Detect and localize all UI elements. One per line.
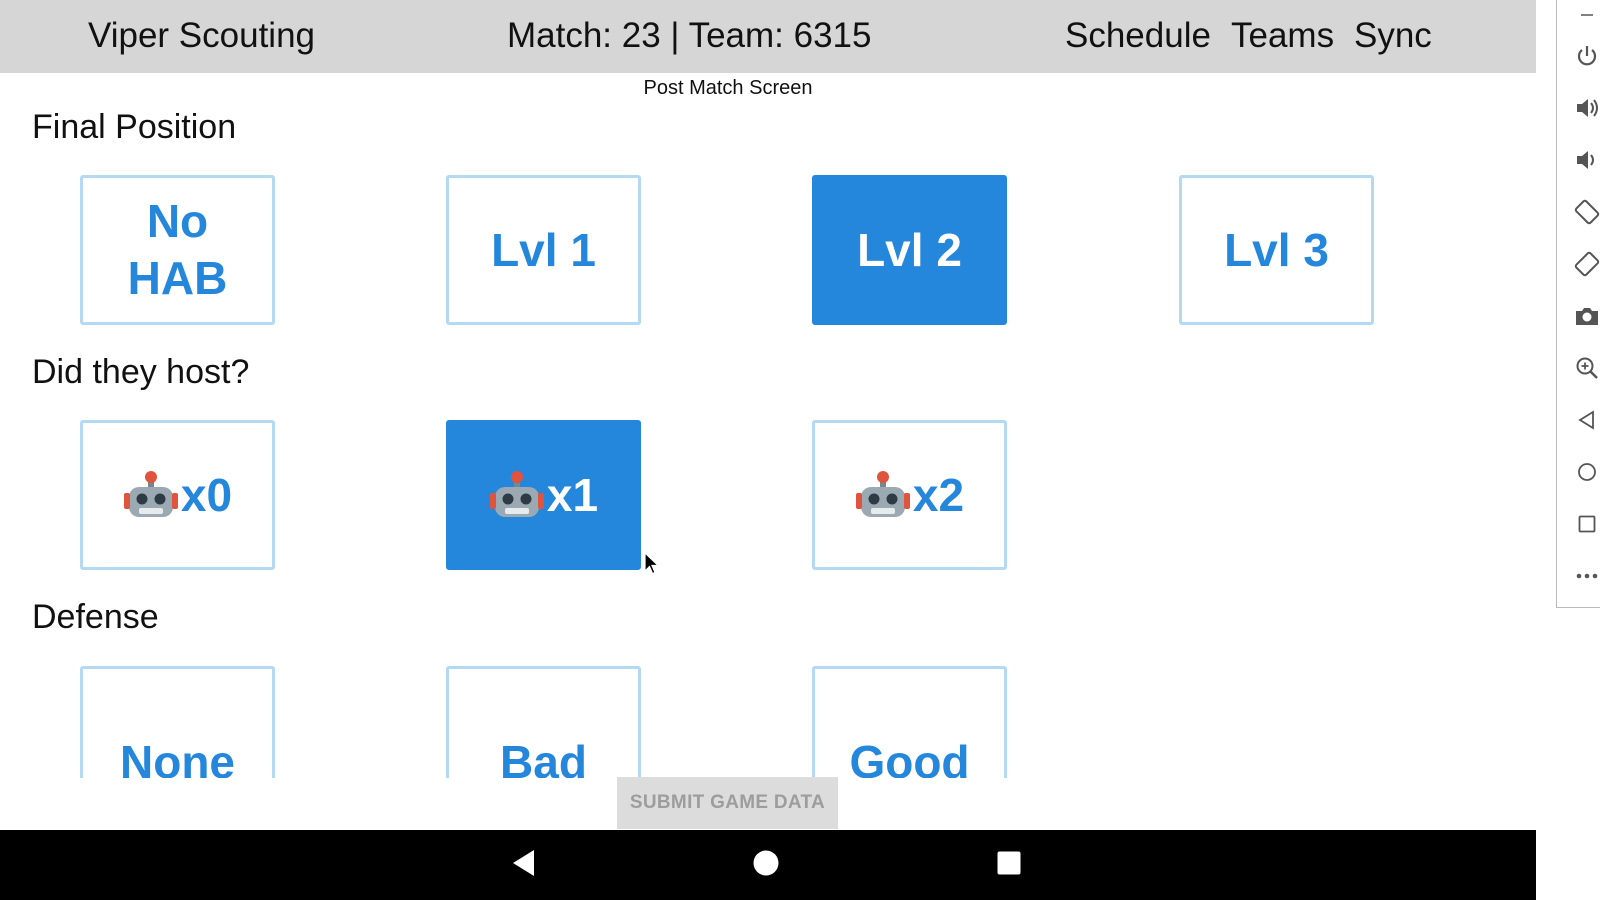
- final-position-lvl1-button[interactable]: Lvl 1: [446, 175, 641, 325]
- host-option-label: x0: [180, 468, 233, 521]
- host-option-label: x2: [912, 468, 965, 521]
- host-x1-button[interactable]: x1: [446, 420, 641, 570]
- submit-game-data-button[interactable]: SUBMIT GAME DATA: [617, 777, 838, 829]
- app-title: Viper Scouting: [88, 16, 316, 55]
- system-navigation-bar: [0, 830, 1536, 900]
- minimize-icon[interactable]: [1573, 0, 1600, 28]
- defense-none-button[interactable]: None: [80, 666, 275, 778]
- host-label: Did they host?: [32, 353, 250, 391]
- defense-option-label: None: [120, 735, 235, 779]
- screen-title: Post Match Screen: [643, 77, 813, 99]
- rotate-left-icon[interactable]: [1573, 198, 1600, 226]
- back-icon[interactable]: [510, 848, 536, 878]
- final-position-lvl2-button[interactable]: Lvl 2: [812, 175, 1007, 325]
- defense-options-scroll-area: None Bad Good: [0, 660, 1456, 778]
- defense-good-button[interactable]: Good: [812, 666, 1007, 778]
- final-position-option-label: Lvl 1: [491, 223, 596, 276]
- zoom-icon[interactable]: [1573, 354, 1600, 382]
- host-x2-button[interactable]: x2: [812, 420, 1007, 570]
- robot-icon: [489, 471, 544, 517]
- nav-schedule[interactable]: Schedule: [1065, 16, 1211, 56]
- home-icon[interactable]: [752, 848, 780, 878]
- host-option-label: x1: [546, 468, 599, 521]
- recents-icon[interactable]: [996, 848, 1022, 878]
- camera-icon[interactable]: [1573, 302, 1600, 330]
- back-icon[interactable]: [1573, 406, 1600, 434]
- final-position-option-label: Lvl 2: [857, 223, 962, 276]
- rotate-right-icon[interactable]: [1573, 250, 1600, 278]
- defense-option-label: Good: [849, 735, 970, 779]
- emulator-toolbar: [1536, 0, 1600, 900]
- home-icon[interactable]: [1573, 458, 1600, 486]
- more-icon[interactable]: [1573, 562, 1600, 590]
- defense-bad-button[interactable]: Bad: [446, 666, 641, 778]
- robot-icon: [855, 471, 910, 517]
- final-position-lvl3-button[interactable]: Lvl 3: [1179, 175, 1374, 325]
- robot-icon: [123, 471, 178, 517]
- emulator-screen: Viper Scouting Match: 23 | Team: 6315 Sc…: [0, 0, 1536, 900]
- app-header: Viper Scouting Match: 23 | Team: 6315 Sc…: [0, 0, 1536, 73]
- host-x0-button[interactable]: x0: [80, 420, 275, 570]
- match-team-info: Match: 23 | Team: 6315: [507, 16, 872, 55]
- defense-option-label: Bad: [500, 735, 587, 779]
- volume-up-icon[interactable]: [1573, 94, 1600, 122]
- nav-sync[interactable]: Sync: [1354, 16, 1432, 56]
- nav-teams[interactable]: Teams: [1231, 16, 1334, 56]
- final-position-option-label: Lvl 3: [1224, 223, 1329, 276]
- overview-icon[interactable]: [1573, 510, 1600, 538]
- mouse-cursor-icon: [644, 552, 660, 575]
- final-position-option-label: No HAB: [127, 195, 228, 304]
- defense-label: Defense: [32, 598, 159, 636]
- final-position-label: Final Position: [32, 108, 237, 146]
- volume-down-icon[interactable]: [1573, 146, 1600, 174]
- final-position-no-hab-button[interactable]: No HAB: [80, 175, 275, 325]
- power-icon[interactable]: [1573, 42, 1600, 70]
